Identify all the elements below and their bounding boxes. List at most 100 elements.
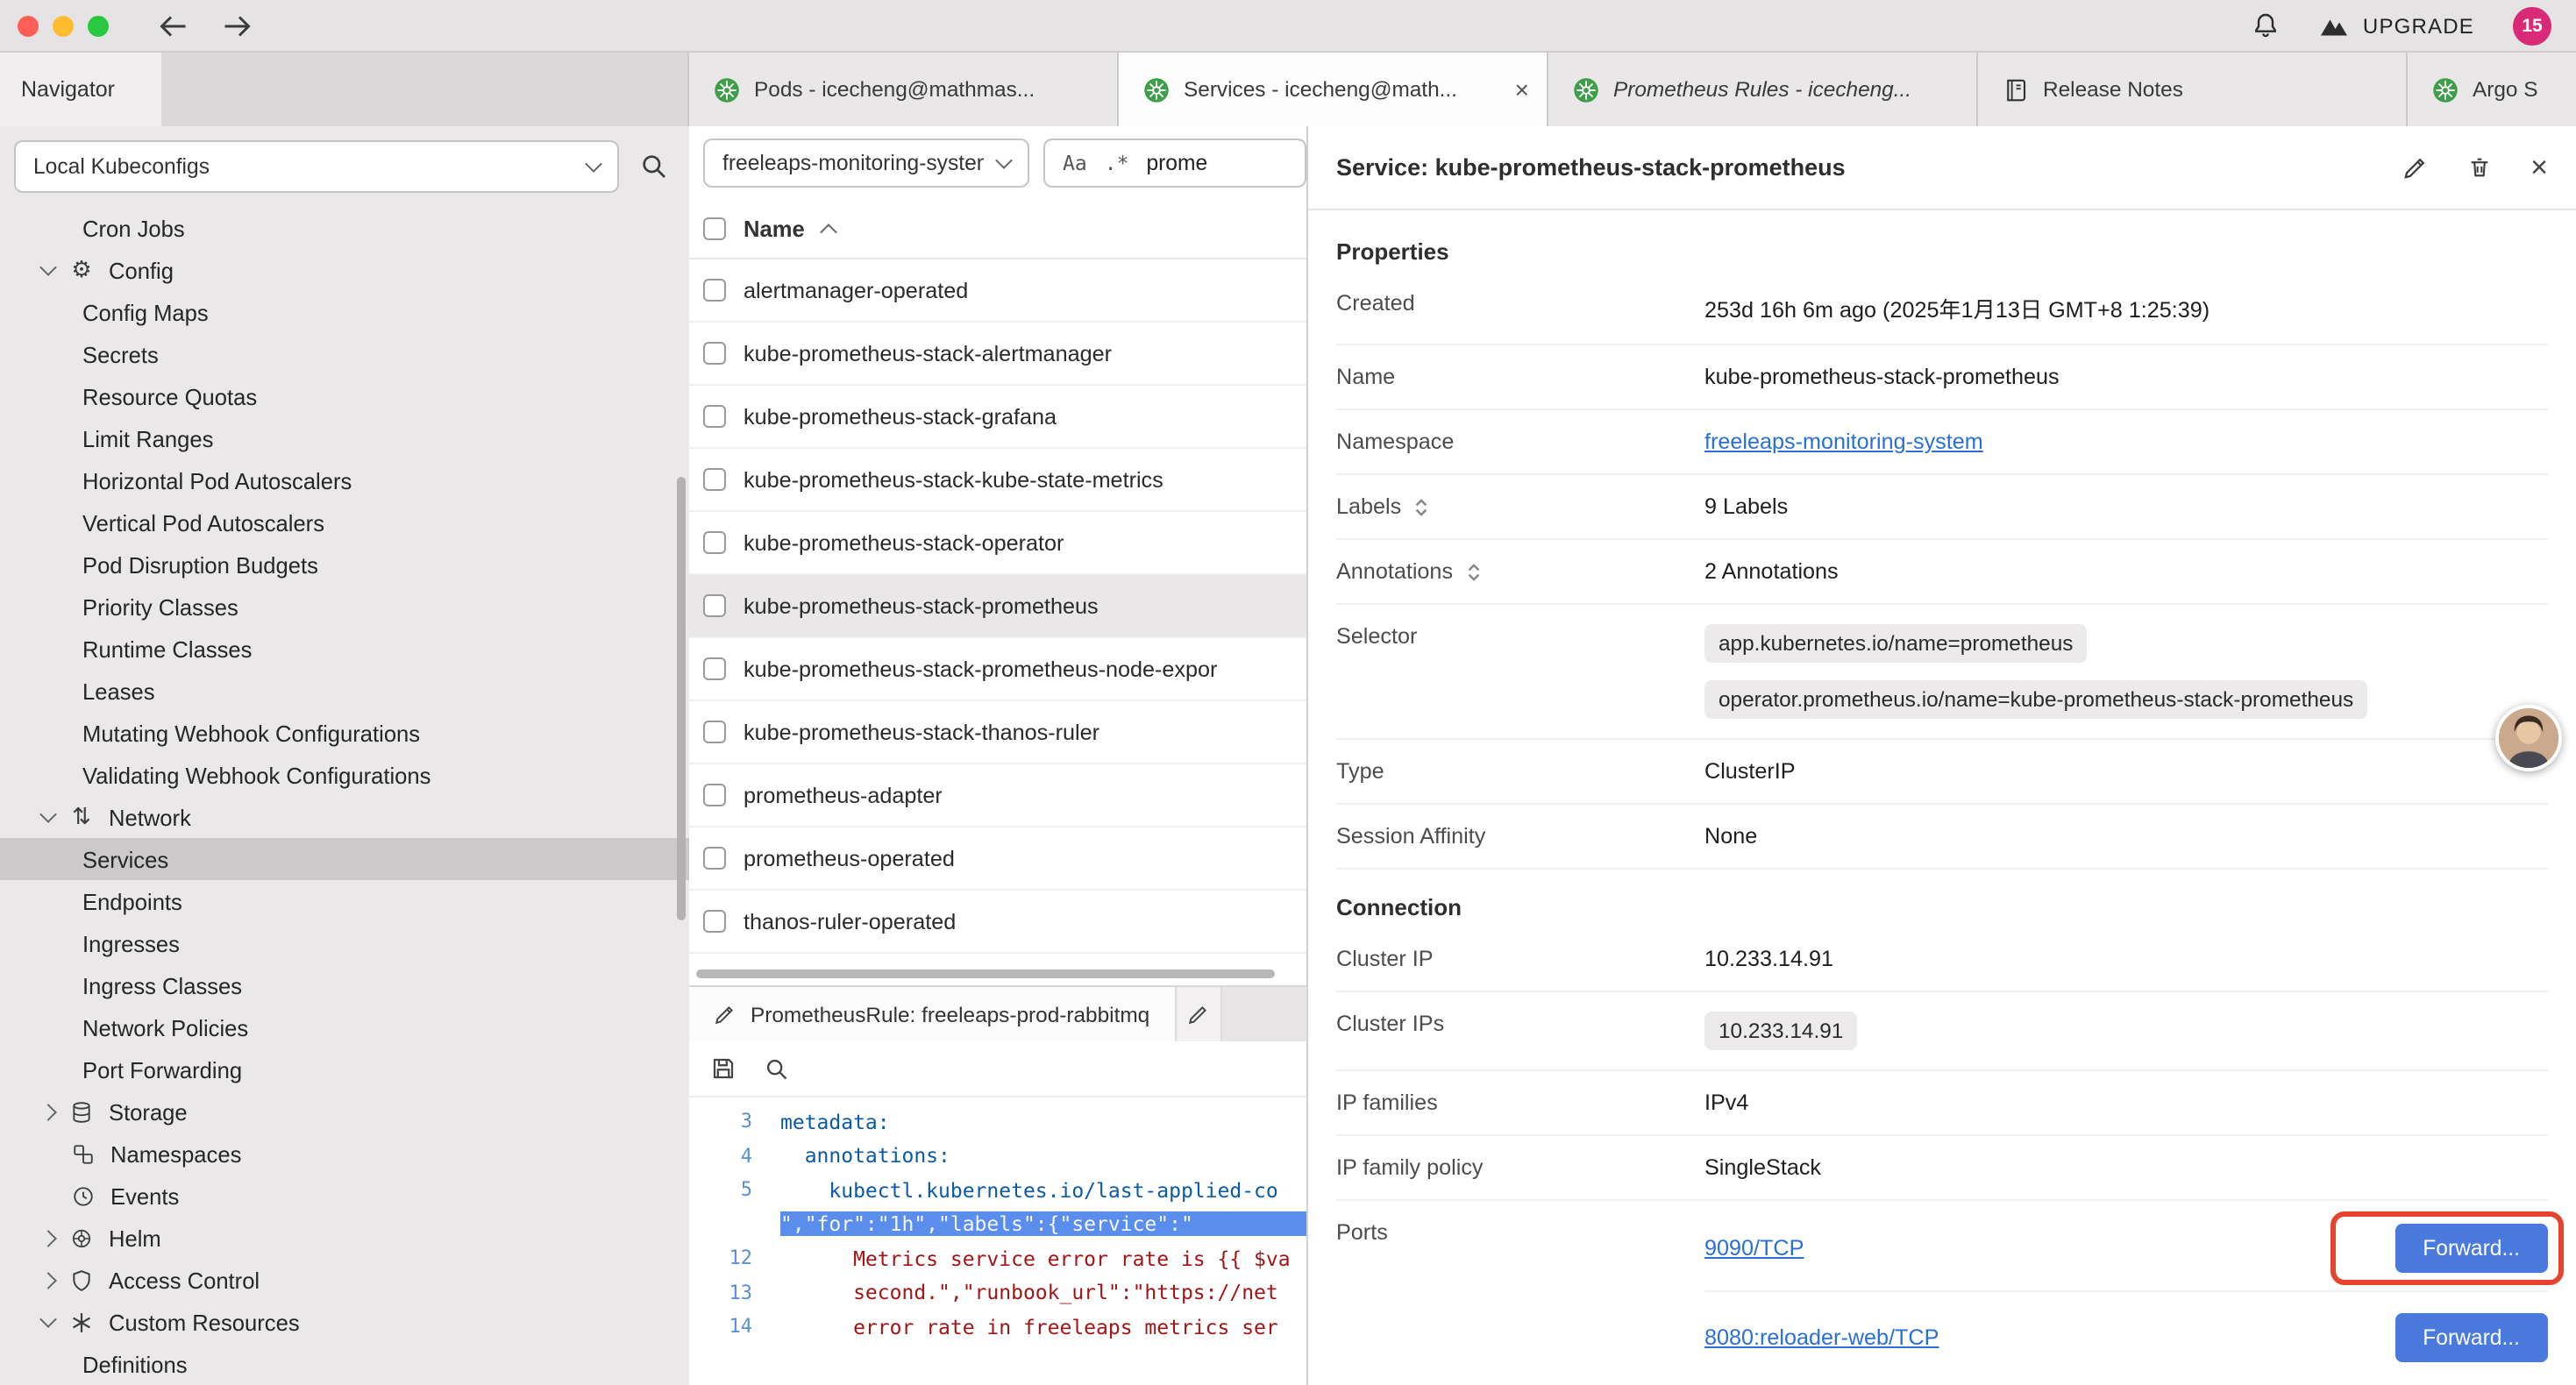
forward-button[interactable] [221, 13, 253, 38]
tab-prometheus-rules[interactable]: Prometheus Rules - icecheng... [1548, 53, 1978, 126]
dock-tab-prometheusrule[interactable]: PrometheusRule: freeleaps-prod-rabbitmq [689, 987, 1176, 1041]
sidebar-item-storage[interactable]: Storage [0, 1090, 689, 1133]
row-value[interactable]: 9 Labels [1704, 494, 2548, 519]
expand-collapse-icon[interactable] [1413, 495, 1429, 518]
row-checkbox[interactable] [703, 531, 726, 554]
notifications-bell-icon[interactable] [2252, 11, 2281, 40]
table-row[interactable]: kube-prometheus-stack-prometheus-node-ex… [689, 638, 1306, 701]
sidebar-item-priority-classes[interactable]: Priority Classes [0, 586, 689, 628]
delete-button[interactable] [2467, 154, 2492, 181]
match-case-toggle[interactable]: Aa [1063, 151, 1087, 175]
sidebar-item-runtime-classes[interactable]: Runtime Classes [0, 628, 689, 670]
row-checkbox[interactable] [703, 342, 726, 365]
row-checkbox[interactable] [703, 784, 726, 806]
list-search-input[interactable]: Aa .* prome [1043, 138, 1306, 188]
table-row[interactable]: kube-prometheus-stack-alertmanager [689, 323, 1306, 386]
sidebar-item-access-control[interactable]: Access Control [0, 1259, 689, 1301]
editor-tabs: Pods - icecheng@mathmas... Services - ic… [689, 53, 2576, 126]
sidebar-item-network-policies[interactable]: Network Policies [0, 1006, 689, 1048]
app-window: UPGRADE 15 Navigator Pods - icecheng@mat… [0, 0, 2576, 1385]
upgrade-button[interactable]: UPGRADE [2319, 13, 2474, 38]
kubeconfig-selector[interactable]: Local Kubeconfigs [14, 140, 619, 193]
sidebar-scrollbar[interactable] [677, 477, 686, 920]
sidebar-item-helm[interactable]: Helm [0, 1217, 689, 1259]
table-row[interactable]: kube-prometheus-stack-kube-state-metrics [689, 449, 1306, 512]
row-value[interactable]: 2 Annotations [1704, 559, 2548, 584]
sidebar-item-definitions[interactable]: Definitions [0, 1343, 689, 1385]
tab-release-notes[interactable]: Release Notes [1978, 53, 2408, 126]
kubernetes-icon [714, 76, 740, 103]
sidebar-item-events[interactable]: Events [0, 1175, 689, 1217]
table-row[interactable]: thanos-ruler-operated [689, 891, 1306, 954]
sidebar-item-vertical-pod-autoscalers[interactable]: Vertical Pod Autoscalers [0, 501, 689, 543]
scrollbar-thumb[interactable] [696, 970, 1275, 978]
sidebar-item-horizontal-pod-autoscalers[interactable]: Horizontal Pod Autoscalers [0, 459, 689, 501]
table-row[interactable]: prometheus-adapter [689, 764, 1306, 827]
notification-count-badge[interactable]: 15 [2513, 6, 2551, 45]
namespace-link[interactable]: freeleaps-monitoring-system [1704, 430, 1983, 454]
close-panel-icon[interactable]: × [2530, 153, 2548, 182]
row-checkbox[interactable] [703, 847, 726, 870]
forward-button-8080[interactable]: Forward... [2395, 1313, 2548, 1362]
sidebar-item-resource-quotas[interactable]: Resource Quotas [0, 375, 689, 417]
expand-collapse-icon[interactable] [1465, 560, 1481, 583]
regex-toggle[interactable]: .* [1105, 151, 1129, 175]
save-icon[interactable] [710, 1055, 737, 1082]
row-checkbox[interactable] [703, 910, 726, 933]
close-tab-icon[interactable]: × [1515, 75, 1529, 103]
port-link-9090[interactable]: 9090/TCP [1704, 1236, 1804, 1261]
sidebar-item-cron-jobs[interactable]: Cron Jobs [0, 207, 689, 249]
namespace-selector[interactable]: freeleaps-monitoring-system [703, 138, 1029, 188]
sidebar-item-leases[interactable]: Leases [0, 670, 689, 712]
dock-tab-partial[interactable] [1176, 987, 1221, 1041]
edit-button[interactable] [2402, 154, 2429, 181]
back-button[interactable] [158, 13, 189, 38]
editor-search-icon[interactable] [765, 1056, 789, 1081]
sidebar-item-services[interactable]: Services [0, 838, 689, 880]
sidebar-item-config-maps[interactable]: Config Maps [0, 291, 689, 333]
cluster-ip-badge: 10.233.14.91 [1704, 1012, 1857, 1050]
minimize-window-button[interactable] [53, 15, 74, 36]
tab-argo[interactable]: Argo S [2408, 53, 2576, 126]
close-window-button[interactable] [18, 15, 39, 36]
sidebar-item-pod-disruption-budgets[interactable]: Pod Disruption Budgets [0, 543, 689, 586]
row-checkbox[interactable] [703, 594, 726, 617]
column-header-name[interactable]: Name [744, 216, 805, 242]
table-row[interactable]: alertmanager-operated [689, 259, 1306, 323]
sidebar-item-endpoints[interactable]: Endpoints [0, 880, 689, 922]
row-checkbox[interactable] [703, 657, 726, 680]
sidebar-item-ingress-classes[interactable]: Ingress Classes [0, 964, 689, 1006]
sidebar-item-network[interactable]: ⇅ Network [0, 796, 689, 838]
sidebar-item-mutating-webhook-configurations[interactable]: Mutating Webhook Configurations [0, 712, 689, 754]
detail-row-cluster-ips: Cluster IPs 10.233.14.91 [1336, 992, 2548, 1071]
row-checkbox[interactable] [703, 405, 726, 428]
sidebar-item-ingresses[interactable]: Ingresses [0, 922, 689, 964]
port-link-8080[interactable]: 8080:reloader-web/TCP [1704, 1325, 1939, 1350]
sidebar-item-namespaces[interactable]: Namespaces [0, 1133, 689, 1175]
yaml-editor[interactable]: 3metadata: 4 annotations: 5 kubectl.kube… [689, 1097, 1306, 1385]
table-row[interactable]: prometheus-operated [689, 827, 1306, 891]
search-query-text: prome [1146, 151, 1207, 175]
sidebar-item-secrets[interactable]: Secrets [0, 333, 689, 375]
row-checkbox[interactable] [703, 468, 726, 491]
user-avatar[interactable] [2495, 705, 2562, 771]
horizontal-scrollbar[interactable] [689, 964, 1306, 985]
sidebar-item-config[interactable]: ⚙ Config [0, 249, 689, 291]
forward-button-9090[interactable]: Forward... [2395, 1224, 2548, 1273]
search-icon[interactable] [640, 153, 668, 181]
table-row[interactable]: kube-prometheus-stack-operator [689, 512, 1306, 575]
select-all-checkbox[interactable] [703, 217, 726, 240]
sidebar-item-port-forwarding[interactable]: Port Forwarding [0, 1048, 689, 1090]
tab-pods[interactable]: Pods - icecheng@mathmas... [689, 53, 1119, 126]
sidebar-item-limit-ranges[interactable]: Limit Ranges [0, 417, 689, 459]
sidebar-item-custom-resources[interactable]: Custom Resources [0, 1301, 689, 1343]
row-checkbox[interactable] [703, 721, 726, 743]
table-row-selected[interactable]: kube-prometheus-stack-prometheus [689, 575, 1306, 638]
table-row[interactable]: kube-prometheus-stack-thanos-ruler [689, 701, 1306, 764]
sidebar-item-validating-webhook-configurations[interactable]: Validating Webhook Configurations [0, 754, 689, 796]
tab-services[interactable]: Services - icecheng@math... × [1119, 53, 1548, 126]
maximize-window-button[interactable] [88, 15, 109, 36]
row-checkbox[interactable] [703, 279, 726, 302]
table-row[interactable]: kube-prometheus-stack-grafana [689, 386, 1306, 449]
row-label: Name [1336, 365, 1704, 389]
